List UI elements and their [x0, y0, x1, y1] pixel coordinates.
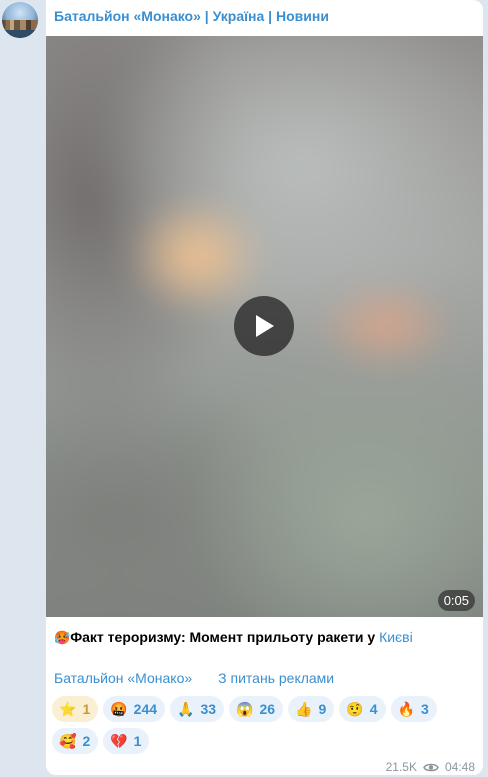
hearts-face-icon: 🥰: [59, 732, 77, 749]
reaction-count: 4: [369, 701, 378, 717]
raised-eyebrow-face-icon: 🤨: [346, 700, 364, 717]
message-meta: 21.5K 04:48: [386, 760, 475, 774]
caption-text: Факт тероризму: Момент прильоту ракети у: [70, 629, 380, 645]
message-caption: 🥵Факт тероризму: Момент прильоту ракети …: [54, 628, 474, 647]
reaction-broken-heart[interactable]: 💔 1: [103, 728, 150, 754]
fire-icon: 🔥: [397, 700, 415, 717]
reaction-count: 244: [133, 701, 158, 717]
play-button[interactable]: [234, 296, 294, 356]
reactions-bar: ⭐ 1 🤬 244 🙏 33 😱 26 👍 9 🤨 4 🔥 3 🥰 2 💔 1: [52, 696, 472, 754]
footer-links: Батальйон «Монако» З питань реклами: [54, 670, 334, 686]
channel-name[interactable]: Батальйон «Монако» | Україна | Новини: [54, 8, 329, 24]
avatar-water: [2, 30, 38, 38]
reaction-count: 26: [259, 701, 276, 717]
caption-link[interactable]: Києві: [379, 629, 413, 645]
star-icon: ⭐: [59, 700, 77, 717]
view-count: 21.5K: [385, 760, 417, 774]
play-icon: [256, 315, 274, 337]
caption-emoji: 🥵: [54, 630, 71, 645]
reaction-scream[interactable]: 😱 26: [229, 696, 284, 722]
reaction-count: 1: [82, 701, 91, 717]
broken-heart-icon: 💔: [110, 732, 128, 749]
reaction-angry[interactable]: 🤬 244: [103, 696, 166, 722]
reaction-count: 9: [318, 701, 327, 717]
eye-icon: [423, 762, 439, 773]
scream-face-icon: 😱: [236, 700, 254, 717]
reaction-pray[interactable]: 🙏 33: [170, 696, 225, 722]
reaction-fire[interactable]: 🔥 3: [390, 696, 437, 722]
message-time: 04:48: [444, 760, 475, 774]
reaction-thumbs-up[interactable]: 👍 9: [288, 696, 335, 722]
video-duration: 0:05: [437, 590, 475, 611]
reaction-raised-eyebrow[interactable]: 🤨 4: [339, 696, 386, 722]
pray-icon: 🙏: [177, 700, 195, 717]
channel-link[interactable]: Батальйон «Монако»: [54, 670, 192, 686]
video-preview[interactable]: 0:05: [46, 36, 483, 617]
reaction-count: 33: [200, 701, 217, 717]
reaction-star[interactable]: ⭐ 1: [52, 696, 99, 722]
message-bubble: Батальйон «Монако» | Україна | Новини 0:…: [46, 0, 483, 775]
reaction-count: 2: [82, 733, 91, 749]
ads-link[interactable]: З питань реклами: [218, 670, 334, 686]
reaction-count: 1: [133, 733, 142, 749]
angry-face-icon: 🤬: [110, 700, 128, 717]
thumbs-up-icon: 👍: [295, 700, 313, 717]
channel-avatar[interactable]: [2, 2, 38, 38]
reaction-hearts-face[interactable]: 🥰 2: [52, 728, 99, 754]
reaction-count: 3: [420, 701, 429, 717]
